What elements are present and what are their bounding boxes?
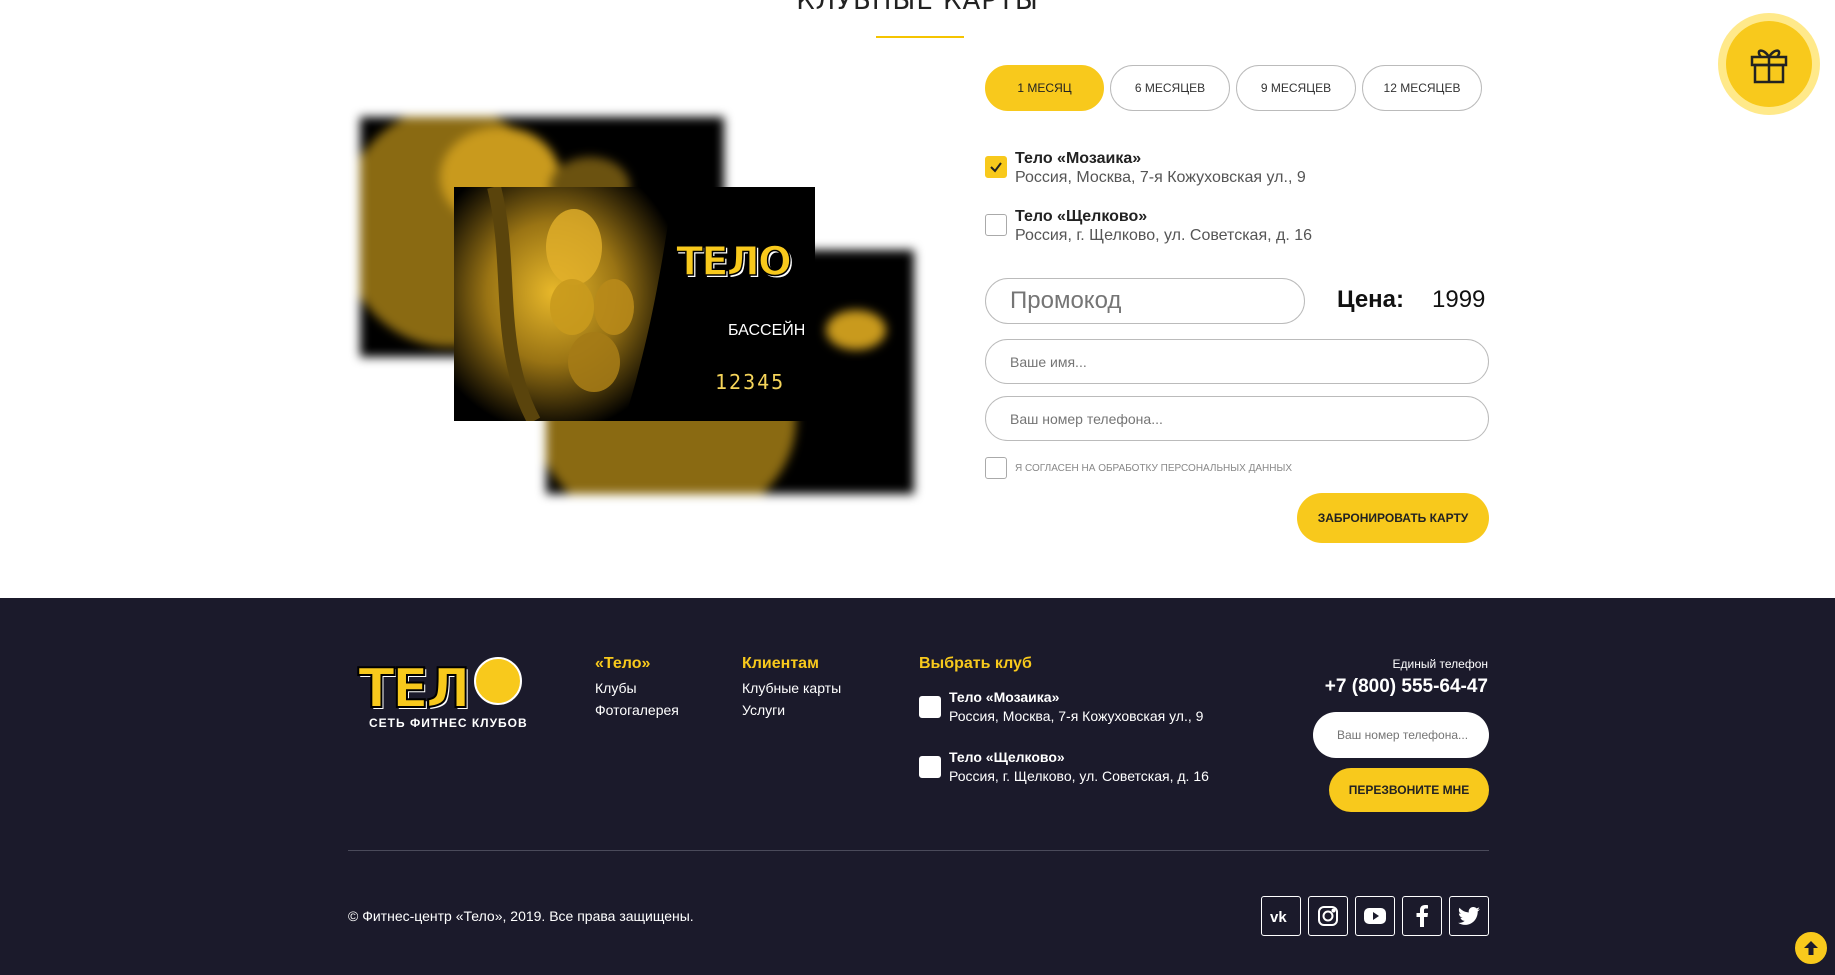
gift-button[interactable]: [1718, 13, 1820, 115]
tab-9-months[interactable]: 9 МЕСЯЦЕВ: [1236, 65, 1356, 111]
card-label: БАССЕЙН: [728, 322, 806, 339]
twitter-icon: [1458, 907, 1480, 925]
club-address: Россия, г. Щелково, ул. Советская, д. 16: [1015, 227, 1313, 244]
price-label: Цена:: [1337, 286, 1405, 313]
footer-club-shchelkovo[interactable]: Тело «Щелково» Россия, г. Щелково, ул. С…: [919, 748, 1209, 786]
footer-club-name: Тело «Щелково»: [949, 749, 1065, 765]
card-logo: ТЕЛО: [675, 238, 792, 286]
footer-logo[interactable]: ТЕЛ: [357, 656, 472, 721]
footer-logo-subtitle: СЕТЬ ФИТНЕС КЛУБОВ: [369, 716, 528, 730]
section-title: КЛУБНЫЕ КАРТЫ: [796, 0, 1039, 16]
footer-col-clients: Клиентам Клубные карты Услуги: [742, 655, 841, 721]
callback-button[interactable]: Перезвоните мне: [1329, 768, 1489, 812]
footer-col-telo: «Тело» Клубы Фотогалерея: [595, 655, 679, 721]
svg-text:vk: vk: [1270, 909, 1287, 924]
footer-link-club-cards[interactable]: Клубные карты: [742, 677, 841, 699]
tab-6-months[interactable]: 6 МЕСЯЦЕВ: [1110, 65, 1230, 111]
footer-link-gallery[interactable]: Фотогалерея: [595, 699, 679, 721]
scroll-up-button[interactable]: [1793, 930, 1829, 966]
instagram-link[interactable]: [1308, 896, 1348, 936]
tab-12-months[interactable]: 12 МЕСЯЦЕВ: [1362, 65, 1482, 111]
youtube-link[interactable]: [1355, 896, 1395, 936]
price-value: 1999: [1432, 286, 1486, 313]
footer-col-choose-club: Выбрать клуб: [919, 655, 1032, 677]
twitter-link[interactable]: [1449, 896, 1489, 936]
footer-link-services[interactable]: Услуги: [742, 699, 841, 721]
footer-divider: [348, 850, 1489, 851]
footer-club-checkbox[interactable]: [919, 756, 941, 778]
footer-club-mozaika[interactable]: Тело «Мозаика» Россия, Москва, 7-я Кожух…: [919, 688, 1203, 726]
phone-input[interactable]: [985, 396, 1489, 441]
callback-phone-input[interactable]: [1313, 712, 1489, 758]
club-option-mozaika[interactable]: Тело «Мозаика» Россия, Москва, 7-я Кожух…: [985, 149, 1306, 187]
club-option-shchelkovo[interactable]: Тело «Щелково» Россия, г. Щелково, ул. С…: [985, 207, 1312, 245]
footer-club-checkbox[interactable]: [919, 696, 941, 718]
footer-club-address: Россия, г. Щелково, ул. Советская, д. 16: [949, 768, 1209, 784]
footer-phone-label: Единый телефон: [1392, 657, 1488, 671]
footer-col-title: «Тело»: [595, 655, 651, 672]
club-checkbox[interactable]: [985, 156, 1007, 178]
check-icon: [990, 162, 1002, 173]
footer-link-clubs[interactable]: Клубы: [595, 677, 679, 699]
vk-icon: vk: [1270, 909, 1287, 924]
club-address: Россия, Москва, 7-я Кожуховская ул., 9: [1015, 169, 1306, 186]
facebook-link[interactable]: [1402, 896, 1442, 936]
social-links: vk: [1261, 896, 1489, 936]
footer-phone-number[interactable]: +7 (800) 555-64-47: [1325, 676, 1488, 698]
vk-link[interactable]: vk: [1261, 896, 1301, 936]
tab-1-month[interactable]: 1 МЕСЯЦ: [985, 65, 1104, 111]
youtube-icon: [1364, 908, 1386, 924]
footer: ТЕЛ СЕТЬ ФИТНЕС КЛУБОВ «Тело» Клубы Фото…: [0, 598, 1835, 975]
club-name: Тело «Щелково»: [1015, 208, 1148, 225]
promo-input[interactable]: [985, 278, 1305, 324]
footer-club-name: Тело «Мозаика»: [949, 689, 1060, 705]
consent-checkbox[interactable]: [985, 457, 1007, 479]
duration-tabs: 1 МЕСЯЦ 6 МЕСЯЦЕВ 9 МЕСЯЦЕВ 12 МЕСЯЦЕВ: [985, 65, 1482, 111]
consent-label: Я согласен на обработку персональных дан…: [1015, 462, 1292, 474]
card-number: 12345: [715, 370, 786, 394]
footer-club-address: Россия, Москва, 7-я Кожуховская ул., 9: [949, 708, 1204, 724]
club-name: Тело «Мозаика»: [1015, 150, 1142, 167]
footer-logo-circle: [474, 657, 522, 705]
instagram-icon: [1318, 906, 1338, 926]
club-card-front: ТЕЛО БАССЕЙН 12345: [454, 187, 815, 421]
facebook-icon: [1416, 905, 1428, 927]
footer-col-title: Клиентам: [742, 655, 819, 672]
title-underline: [876, 36, 964, 38]
footer-col-title: Выбрать клуб: [919, 655, 1032, 672]
arrow-up-icon: [1804, 941, 1818, 955]
name-input[interactable]: [985, 339, 1489, 384]
gift-icon: [1750, 49, 1788, 84]
copyright: © Фитнес-центр «Тело», 2019. Все права з…: [348, 908, 694, 924]
consent-row[interactable]: Я согласен на обработку персональных дан…: [985, 457, 1292, 479]
book-card-button[interactable]: Забронировать карту: [1297, 493, 1489, 543]
club-checkbox[interactable]: [985, 214, 1007, 236]
